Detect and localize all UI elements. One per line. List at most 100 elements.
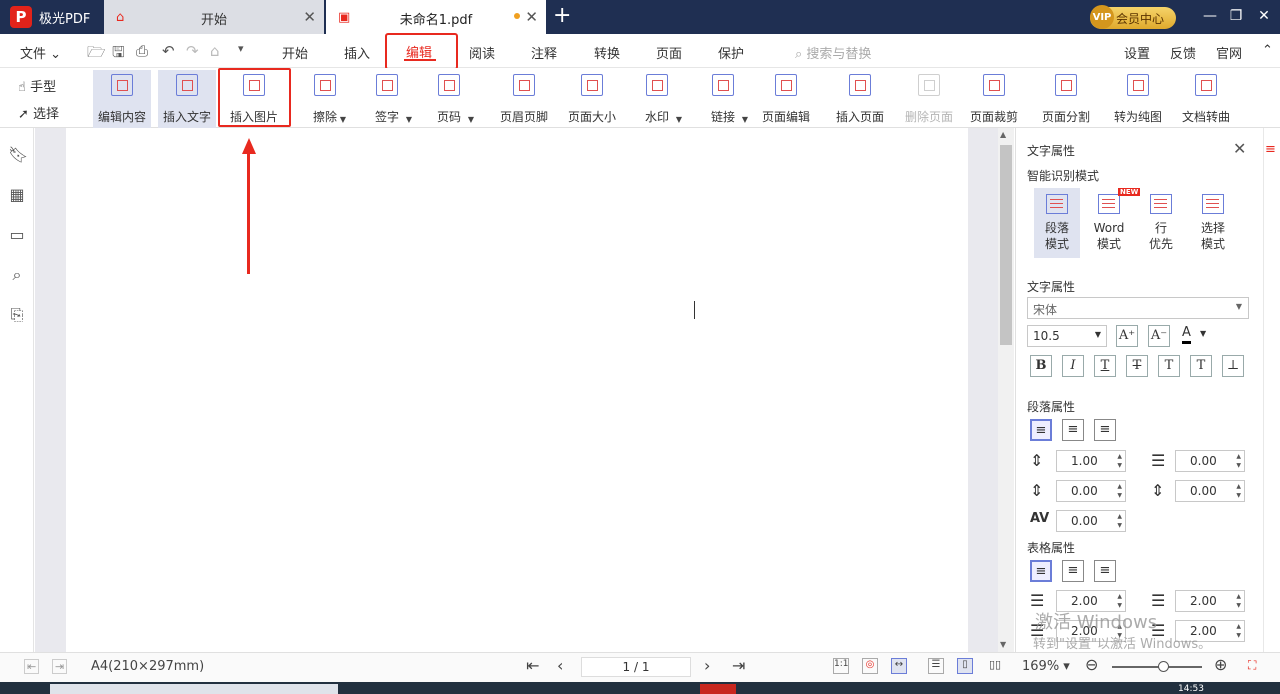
word-mode-button[interactable]: Word 模式 bbox=[1086, 188, 1132, 258]
char-spacing-input[interactable]: 0.00 bbox=[1056, 510, 1126, 532]
subscript-button[interactable]: T bbox=[1190, 355, 1212, 377]
superscript-button[interactable]: T bbox=[1158, 355, 1180, 377]
menu-start[interactable]: 开始 bbox=[282, 43, 308, 62]
search-replace-input[interactable]: ⌕ 搜索与替换 bbox=[795, 43, 871, 62]
vip-center-button[interactable]: VIP 会员中心 bbox=[1090, 5, 1176, 29]
search-panel-icon[interactable]: ⌕ bbox=[8, 266, 26, 284]
print-icon[interactable]: ⎙ bbox=[136, 42, 148, 60]
prev-page-icon[interactable]: ‹ bbox=[557, 656, 563, 675]
attachment-icon[interactable]: ⎘ bbox=[8, 306, 26, 324]
watermark-tool[interactable]: 水印 ▼ bbox=[628, 70, 686, 128]
next-page-icon[interactable]: › bbox=[704, 656, 710, 675]
page-indicator-input[interactable]: 1 / 1 bbox=[581, 657, 691, 677]
last-page-icon[interactable]: ⇥ bbox=[732, 656, 745, 675]
italic-button[interactable]: I bbox=[1062, 355, 1084, 377]
save-icon[interactable]: 🖫 bbox=[112, 42, 125, 67]
to-image-tool[interactable]: 转为纯图 bbox=[1108, 70, 1168, 128]
minimize-button[interactable]: — bbox=[1200, 8, 1220, 24]
zoom-out-icon[interactable]: ⊖ bbox=[1085, 655, 1098, 674]
new-tab-button[interactable]: + bbox=[553, 4, 571, 28]
page-crop-tool[interactable]: 页面裁剪 bbox=[964, 70, 1024, 128]
close-window-button[interactable]: ✕ bbox=[1254, 8, 1274, 24]
scroll-down-icon[interactable]: ▼ bbox=[1000, 640, 1006, 649]
increase-font-button[interactable]: A⁺ bbox=[1116, 325, 1138, 347]
undo-icon[interactable]: ↶ bbox=[162, 42, 175, 60]
close-tab-icon[interactable]: ✕ bbox=[303, 8, 316, 26]
font-size-select[interactable]: 10.5 ▼ bbox=[1027, 325, 1107, 347]
valign-middle-button[interactable]: ≡ bbox=[1062, 560, 1084, 582]
page-edit-tool[interactable]: 页面编辑 bbox=[756, 70, 816, 128]
edit-content-tool[interactable]: 编辑内容 bbox=[93, 70, 151, 128]
actual-size-icon[interactable]: 1:1 bbox=[833, 658, 849, 674]
fullscreen-icon[interactable]: ⛶ bbox=[1248, 658, 1256, 673]
pdf-page[interactable] bbox=[66, 128, 968, 652]
properties-toggle-icon[interactable]: ≡ bbox=[1265, 142, 1276, 157]
valign-bottom-button[interactable]: ≡ bbox=[1094, 560, 1116, 582]
page-split-tool[interactable]: 页面分割 bbox=[1036, 70, 1096, 128]
align-center-button[interactable]: ≡ bbox=[1062, 419, 1084, 441]
thumbnails-icon[interactable]: ▦ bbox=[8, 186, 26, 204]
zoom-in-icon[interactable]: ⊕ bbox=[1214, 655, 1227, 674]
link-tool[interactable]: 链接 ▼ bbox=[694, 70, 752, 128]
scroll-up-icon[interactable]: ▲ bbox=[1000, 130, 1006, 139]
hand-tool[interactable]: ☝ 手型 bbox=[18, 76, 56, 95]
maximize-button[interactable]: ❐ bbox=[1226, 8, 1246, 24]
spacing-after-input[interactable]: 0.00 bbox=[1175, 450, 1245, 472]
menu-page[interactable]: 页面 bbox=[656, 43, 682, 62]
line-priority-button[interactable]: 行优先 bbox=[1138, 188, 1184, 258]
open-folder-icon[interactable]: 🗁 bbox=[87, 42, 106, 67]
taskbar-window-preview[interactable] bbox=[50, 684, 338, 694]
select-tool[interactable]: ➚ 选择 bbox=[18, 103, 59, 122]
underline-button[interactable]: T bbox=[1094, 355, 1116, 377]
valign-top-button[interactable]: ≡ bbox=[1030, 560, 1052, 582]
first-page-icon[interactable]: ⇤ bbox=[526, 656, 539, 675]
outline-text-tool[interactable]: 文档转曲 bbox=[1176, 70, 1236, 128]
baseline-button[interactable]: ⊥ bbox=[1222, 355, 1244, 377]
bookmark-icon[interactable]: 🔖︎ bbox=[8, 146, 28, 164]
customize-dropdown-icon[interactable]: ▾ bbox=[238, 42, 244, 55]
taskbar-app-icon[interactable] bbox=[700, 684, 736, 694]
spacing-below-input[interactable]: 0.00 bbox=[1175, 480, 1245, 502]
menu-settings[interactable]: 设置 bbox=[1124, 43, 1150, 62]
redo-icon[interactable]: ↷ bbox=[186, 42, 199, 60]
bold-button[interactable]: B bbox=[1030, 355, 1052, 377]
home-nav-icon[interactable]: ⌂ bbox=[210, 42, 220, 60]
close-panel-icon[interactable]: ✕ bbox=[1233, 139, 1246, 158]
continuous-view-icon[interactable]: ☰ bbox=[928, 658, 944, 674]
file-menu[interactable]: 文件 ⌄ bbox=[20, 43, 61, 62]
two-page-view-icon[interactable]: ▯▯ bbox=[986, 658, 1004, 674]
zoom-slider[interactable] bbox=[1112, 666, 1202, 668]
sign-tool[interactable]: 签字 ▼ bbox=[358, 70, 416, 128]
menu-annotate[interactable]: 注释 bbox=[531, 43, 557, 62]
menu-read[interactable]: 阅读 bbox=[469, 43, 495, 62]
next-view-icon[interactable]: ⇥ bbox=[52, 659, 68, 674]
zoom-slider-handle[interactable] bbox=[1158, 661, 1169, 672]
tab-start[interactable]: ⌂ 开始 ✕ bbox=[104, 0, 324, 34]
close-tab-icon[interactable]: ✕ bbox=[525, 8, 538, 26]
zoom-level-select[interactable]: 169% ▾ bbox=[1022, 659, 1070, 674]
paragraph-mode-button[interactable]: 段落 模式 bbox=[1034, 188, 1080, 258]
fit-page-icon[interactable]: ◎ bbox=[862, 658, 878, 674]
align-left-button[interactable]: ≡ bbox=[1030, 419, 1052, 441]
collapse-ribbon-icon[interactable]: ⌃ bbox=[1262, 43, 1273, 58]
menu-convert[interactable]: 转换 bbox=[594, 43, 620, 62]
strikethrough-button[interactable]: T bbox=[1126, 355, 1148, 377]
single-page-view-icon[interactable]: ▯ bbox=[957, 658, 973, 674]
decrease-font-button[interactable]: A⁻ bbox=[1148, 325, 1170, 347]
page-number-tool[interactable]: 页码 ▼ bbox=[420, 70, 478, 128]
header-footer-tool[interactable]: 页眉页脚 bbox=[492, 70, 556, 128]
cell-right-padding-input[interactable]: 2.00 bbox=[1175, 590, 1245, 612]
spacing-before-input[interactable]: 0.00 bbox=[1056, 480, 1126, 502]
menu-feedback[interactable]: 反馈 bbox=[1170, 43, 1196, 62]
page-size-tool[interactable]: 页面大小 bbox=[562, 70, 622, 128]
tab-document[interactable]: ▣ 未命名1.pdf ✕ bbox=[326, 0, 546, 34]
menu-protect[interactable]: 保护 bbox=[718, 43, 744, 62]
select-mode-button[interactable]: 选择 模式 bbox=[1190, 188, 1236, 258]
prev-view-icon[interactable]: ⇤ bbox=[24, 659, 40, 674]
font-family-select[interactable]: 宋体 ▼ bbox=[1027, 297, 1249, 319]
erase-tool[interactable]: 擦除 ▼ bbox=[296, 70, 354, 128]
comments-icon[interactable]: ▭ bbox=[8, 226, 26, 244]
insert-page-tool[interactable]: 插入页面 bbox=[826, 70, 894, 128]
fit-width-icon[interactable]: ↔ bbox=[891, 658, 907, 674]
line-spacing-input[interactable]: 1.00 bbox=[1056, 450, 1126, 472]
